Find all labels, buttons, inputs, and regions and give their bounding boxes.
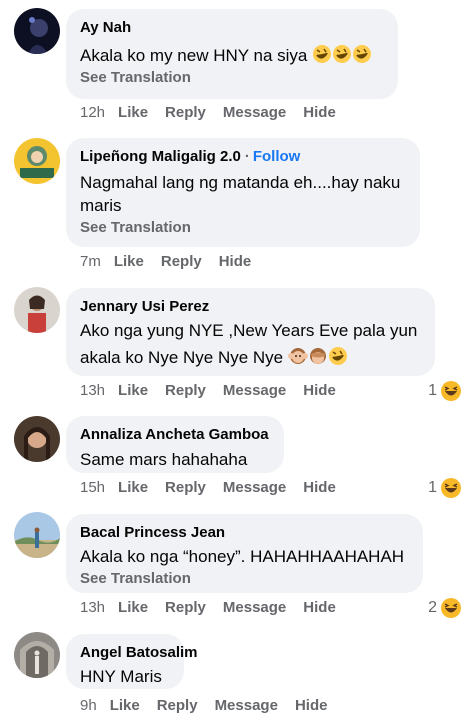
author-name[interactable]: Ay Nah [80, 18, 384, 37]
comment-text-content: Akala ko my new HNY na siya [80, 46, 308, 65]
see-translation-link[interactable]: See Translation [80, 68, 384, 88]
author-name[interactable]: Bacal Princess Jean [80, 523, 409, 542]
comment-actions: 9h Like Reply Message Hide [80, 697, 344, 719]
message-button[interactable]: Message [223, 382, 286, 399]
comment-actions: 13h Like Reply Message Hide [80, 382, 353, 404]
reply-button[interactable]: Reply [165, 479, 206, 496]
comment-actions: 15h Like Reply Message Hide [80, 479, 353, 501]
author-name[interactable]: Jennary Usi Perez [80, 297, 421, 316]
comment-text: Ako nga yung NYE ,New Years Eve pala yun… [80, 319, 421, 369]
message-button[interactable]: Message [223, 104, 286, 121]
hide-button[interactable]: Hide [303, 479, 336, 496]
rofl-icon [333, 45, 352, 63]
comment-actions: 12h Like Reply Message Hide [80, 104, 353, 126]
comment-bubble: Lipeñong Maligalig 2.0 · Follow Nagmahal l… [66, 138, 420, 247]
avatar[interactable] [14, 512, 60, 558]
rofl-icon [313, 45, 332, 63]
author-name[interactable]: Annaliza Ancheta Gamboa [80, 425, 270, 444]
timestamp: 13h [80, 382, 106, 399]
rofl-emoji-icons [312, 45, 372, 65]
avatar[interactable] [14, 287, 60, 333]
like-button[interactable]: Like [118, 382, 148, 399]
like-button[interactable]: Like [110, 697, 140, 714]
comment-text-line: Nagmahal lang ng matanda eh....hay naku [80, 173, 401, 192]
message-button[interactable]: Message [223, 599, 286, 616]
comment-text: Akala ko my new HNY na siya [80, 44, 384, 67]
comment-actions: 13h Like Reply Message Hide [80, 599, 353, 621]
see-translation-link[interactable]: See Translation [80, 218, 406, 238]
reply-button[interactable]: Reply [157, 697, 198, 714]
follow-button[interactable]: Follow [253, 148, 301, 165]
reaction-count: 1 [428, 479, 437, 496]
separator-dot: · [244, 148, 250, 165]
like-button[interactable]: Like [118, 599, 148, 616]
timestamp: 15h [80, 479, 106, 496]
comment-text-line: maris [80, 196, 122, 215]
hide-button[interactable]: Hide [303, 382, 336, 399]
comment-bubble: Annaliza Ancheta Gamboa Same mars hahaha… [66, 416, 284, 473]
comment-text-line: akala ko Nye Nye Nye Nye [80, 348, 284, 367]
reaction-count: 1 [428, 382, 437, 399]
avatar[interactable] [14, 416, 60, 462]
reply-button[interactable]: Reply [165, 382, 206, 399]
like-button[interactable]: Like [118, 479, 148, 496]
like-button[interactable]: Like [118, 104, 148, 121]
comment-text-line: Ako nga yung NYE ,New Years Eve pala yun [80, 321, 418, 340]
rofl-icon [328, 347, 347, 365]
comment-bubble: Bacal Princess Jean Akala ko nga “honey”… [66, 514, 423, 593]
message-button[interactable]: Message [215, 697, 278, 714]
comment-text-line-with-emoji: akala ko Nye Nye Nye Nye [80, 346, 421, 369]
rofl-icon [353, 45, 372, 63]
reaction-summary[interactable]: 2 [428, 597, 462, 619]
hear-no-evil-monkey-icon [287, 348, 308, 364]
see-no-evil-monkey-icon [309, 348, 326, 364]
timestamp: 13h [80, 599, 106, 616]
reply-button[interactable]: Reply [165, 599, 206, 616]
timestamp: 12h [80, 104, 106, 121]
haha-reaction-icon [441, 478, 461, 498]
hide-button[interactable]: Hide [295, 697, 328, 714]
avatar[interactable] [14, 8, 60, 54]
hide-button[interactable]: Hide [303, 599, 336, 616]
comment-text: Nagmahal lang ng matanda eh....hay naku … [80, 171, 406, 217]
comment-text: HNY Maris [80, 667, 162, 686]
comment-bubble: Jennary Usi Perez Ako nga yung NYE ,New … [66, 288, 435, 376]
author-name[interactable]: Angel Batosalim [80, 643, 198, 662]
haha-reaction-icon [441, 381, 461, 401]
reaction-summary[interactable]: 1 [428, 477, 462, 499]
avatar[interactable] [14, 632, 60, 678]
comment-actions: 7m Like Reply Hide [80, 253, 268, 275]
timestamp: 7m [80, 253, 101, 270]
author-line: Lipeñong Maligalig 2.0 · Follow [80, 147, 406, 166]
comment-text: Same mars hahahaha [80, 450, 248, 469]
comment-bubble: Angel Batosalim HNY Maris [66, 634, 198, 689]
message-button[interactable]: Message [223, 479, 286, 496]
reply-button[interactable]: Reply [165, 104, 206, 121]
avatar[interactable] [14, 138, 60, 184]
reply-button[interactable]: Reply [161, 253, 202, 270]
reaction-summary[interactable]: 1 [428, 380, 462, 402]
reaction-count: 2 [428, 599, 437, 616]
hide-button[interactable]: Hide [219, 253, 252, 270]
comment-bubble: Ay Nah Akala ko my new HNY na siya See T… [66, 9, 398, 99]
like-button[interactable]: Like [114, 253, 144, 270]
author-name[interactable]: Lipeñong Maligalig 2.0 [80, 148, 241, 165]
hide-button[interactable]: Hide [303, 104, 336, 121]
timestamp: 9h [80, 697, 97, 714]
haha-reaction-icon [441, 598, 461, 618]
see-translation-link[interactable]: See Translation [80, 569, 409, 589]
comment-text: Akala ko nga “honey”. HAHAHHAAHAHAH [80, 547, 405, 566]
